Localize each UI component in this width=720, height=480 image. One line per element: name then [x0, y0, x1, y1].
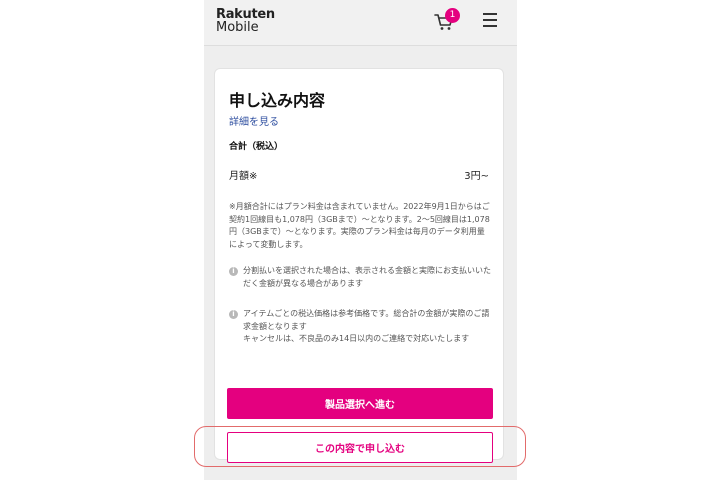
hamburger-menu-icon[interactable]	[483, 13, 499, 29]
view-details-link[interactable]: 詳細を見る	[229, 113, 279, 128]
installment-info: i 分割払いを選択された場合は、表示される金額と実際にお支払いいただく金額が異な…	[229, 265, 491, 290]
cancel-info-text: キャンセルは、不良品のみ14日以内のご連絡で対応いたします	[243, 334, 470, 343]
apply-with-this-content-button[interactable]: この内容で申し込む	[227, 432, 493, 463]
order-summary-card: 申し込み内容 詳細を見る 合計（税込） 月額※ 3円~ ※月額合計にはプラン料金…	[214, 68, 504, 463]
monthly-fee-label: 月額※	[229, 171, 258, 182]
rakuten-mobile-logo[interactable]: Rakuten Mobile	[216, 8, 275, 34]
price-info-text: アイテムごとの税込価格は参考価格です。総合計の金額が実際のご請求金額となります	[243, 309, 490, 331]
total-label: 合計（税込）	[229, 142, 284, 152]
mobile-screen: Rakuten Mobile 1 申し込み内容 詳細を見る 合計（税込） 月額※…	[204, 0, 517, 480]
price-info: i アイテムごとの税込価格は参考価格です。総合計の金額が実際のご請求金額となりま…	[229, 308, 491, 346]
info-icon: i	[229, 267, 238, 276]
site-header: Rakuten Mobile 1	[204, 0, 517, 46]
installment-info-text: 分割払いを選択された場合は、表示される金額と実際にお支払いいただく金額が異なる場…	[243, 266, 491, 288]
order-title: 申し込み内容	[229, 91, 326, 110]
monthly-fee-value: 3円~	[464, 171, 489, 182]
info-icon: i	[229, 310, 238, 319]
proceed-to-product-selection-button[interactable]: 製品選択へ進む	[227, 388, 493, 419]
cart-count-badge: 1	[445, 8, 460, 23]
logo-text-line2: Mobile	[216, 20, 259, 35]
plan-fee-note: ※月額合計にはプラン料金は含まれていません。2022年9月1日からはご契約1回線…	[229, 202, 490, 249]
